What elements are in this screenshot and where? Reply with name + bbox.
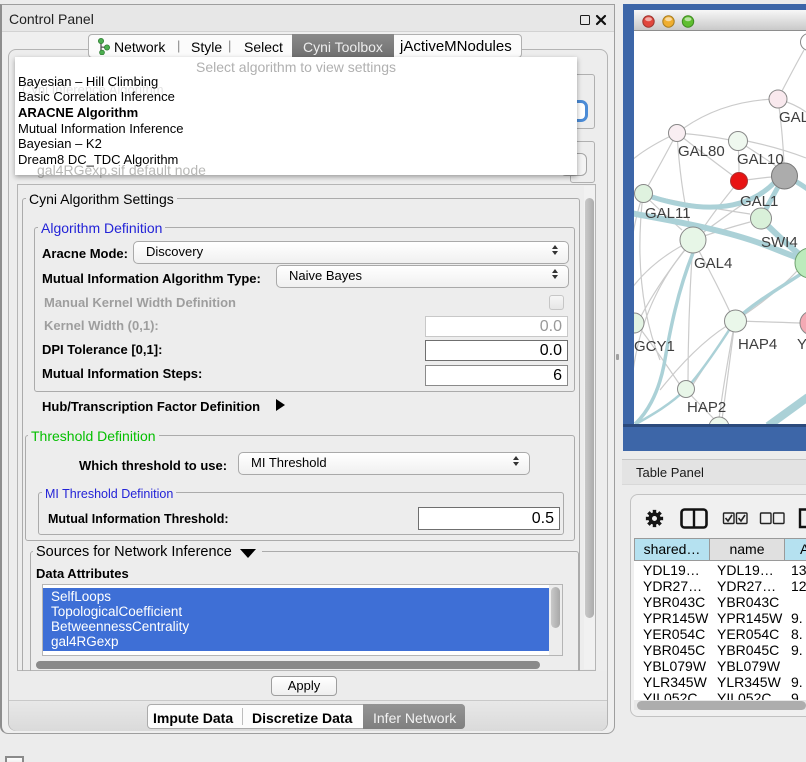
svg-text:GAL80: GAL80 bbox=[678, 143, 725, 160]
svg-text:Y: Y bbox=[797, 336, 806, 353]
svg-text:HAP4: HAP4 bbox=[738, 336, 777, 353]
svg-text:GAL4: GAL4 bbox=[694, 255, 732, 272]
svg-text:GAL7: GAL7 bbox=[779, 109, 806, 126]
svg-text:GAL10: GAL10 bbox=[737, 151, 784, 168]
svg-text:GAL1: GAL1 bbox=[740, 193, 778, 210]
svg-text:GCY1: GCY1 bbox=[634, 338, 675, 355]
svg-text:HAP2: HAP2 bbox=[687, 399, 726, 416]
svg-text:SWI4: SWI4 bbox=[761, 234, 798, 251]
svg-text:GAL11: GAL11 bbox=[645, 205, 691, 222]
